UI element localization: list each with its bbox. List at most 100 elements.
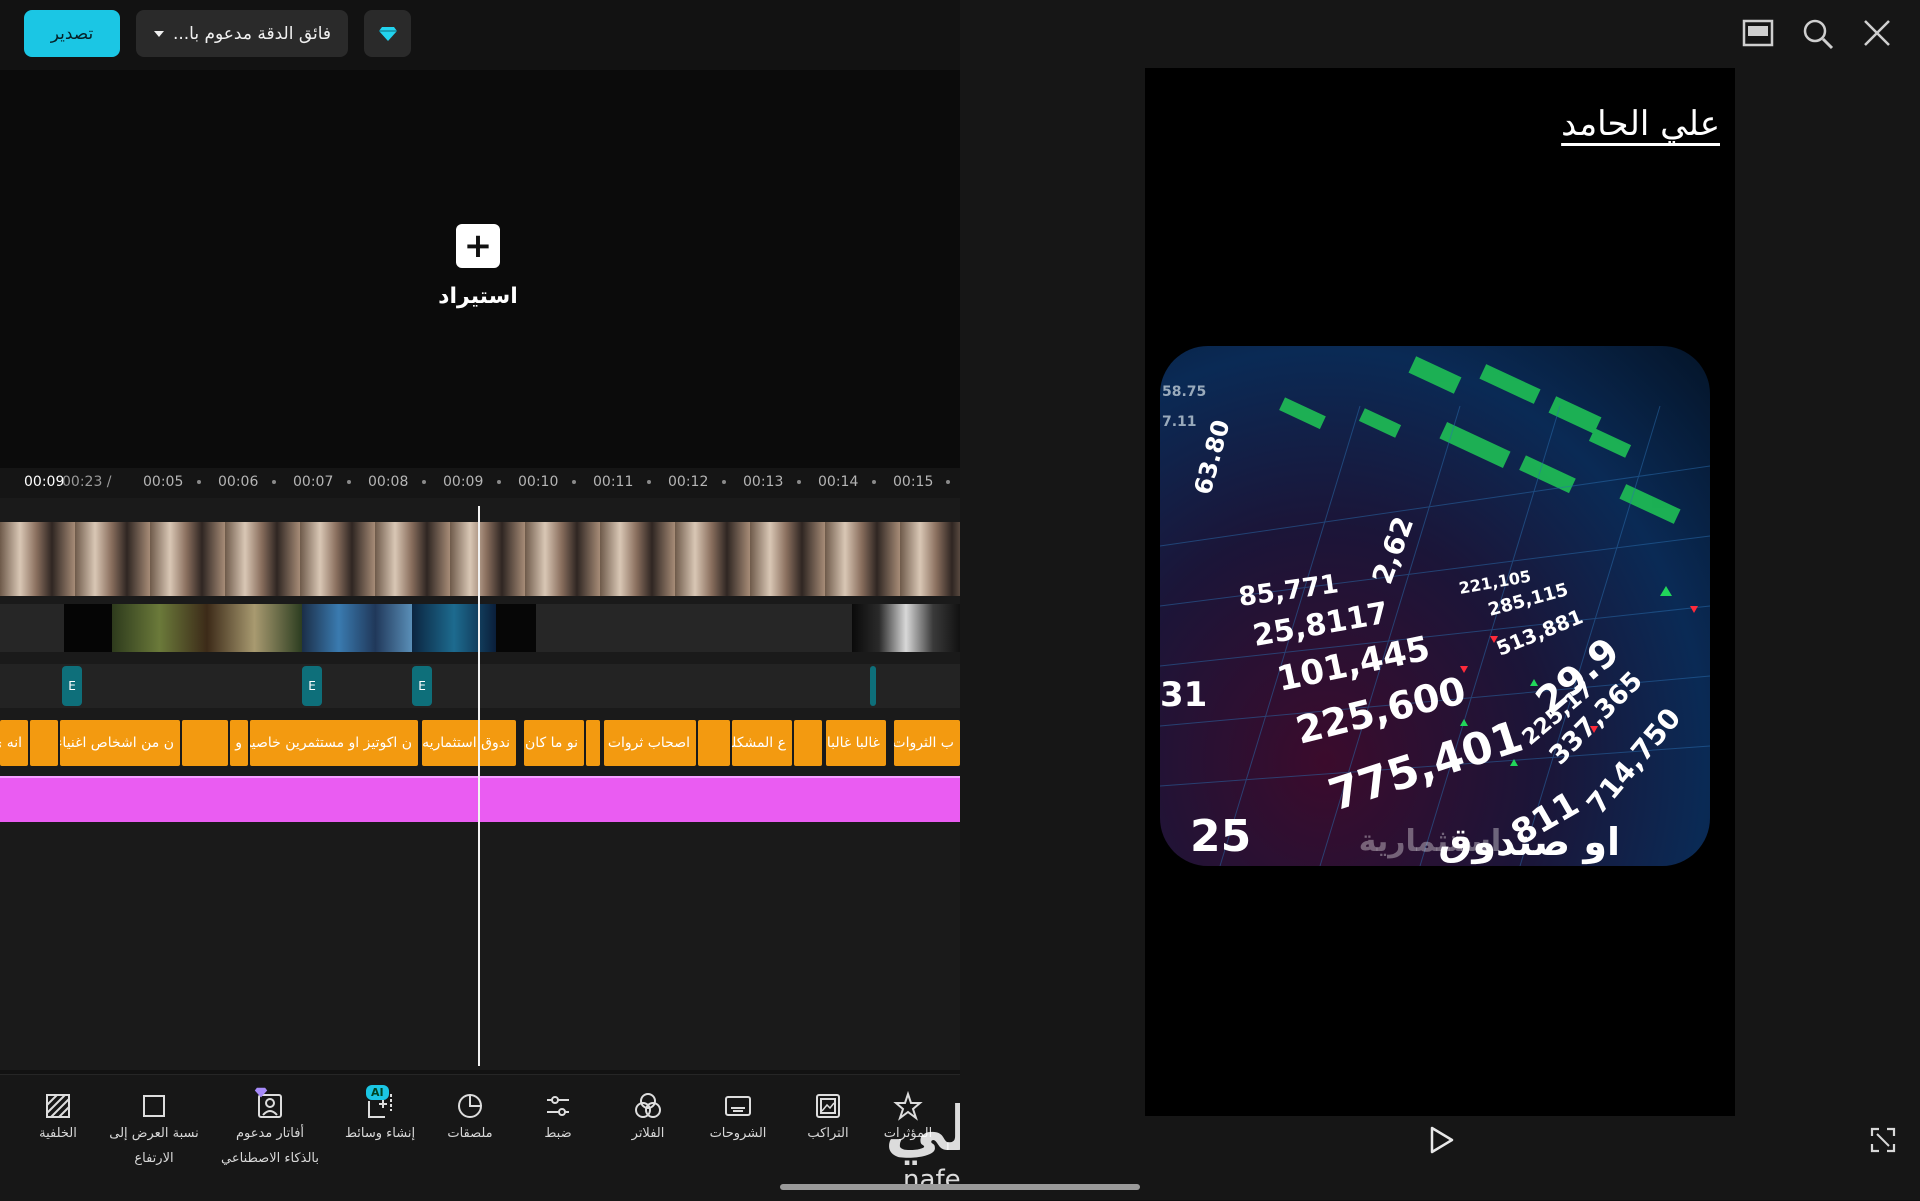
stock-ticker-graphic: 85,771 25,8117 101,445 225,600 775,401 8… [1160, 356, 1710, 866]
ruler-tick: 00:07 [293, 474, 334, 490]
total-time: 00:23 / [62, 474, 112, 490]
ruler-tick: 00:09 [443, 474, 484, 490]
subtitle-clip[interactable]: ندوق استثماريه [422, 720, 516, 766]
playhead[interactable] [478, 506, 480, 1066]
import-label: استيراد [438, 284, 518, 309]
stock-number: 2,62 [1366, 512, 1421, 588]
pro-button[interactable] [364, 10, 411, 57]
home-indicator[interactable] [780, 1184, 1140, 1190]
effects-track[interactable]: E E E [0, 664, 960, 708]
ruler-tick: 00:12 [668, 474, 709, 490]
current-time: 00:09 [24, 474, 65, 490]
timeline-ruler[interactable]: 00:09 00:23 / 00:05 00:06 00:07 00:08 00… [0, 468, 960, 498]
video-caption: او صندوق [1438, 820, 1620, 864]
ruler-tick: 00:15 [893, 474, 934, 490]
ai-badge: AI [366, 1085, 389, 1100]
ruler-tick: 00:14 [818, 474, 859, 490]
audio-track[interactable] [0, 776, 960, 822]
tool-label: أفاتار مدعوم بالذكاء الاصطناعي [221, 1126, 319, 1166]
tool-create-media[interactable]: AI إنشاء وسائط [330, 1085, 430, 1146]
effect-clip[interactable] [870, 666, 876, 706]
ruler-dot [347, 480, 351, 484]
overlay-clip[interactable] [852, 604, 960, 652]
effect-clip[interactable]: E [412, 666, 432, 706]
ruler-dot [797, 480, 801, 484]
adjust-icon [547, 1096, 569, 1116]
chevron-down-icon [153, 30, 164, 37]
captions-icon [725, 1096, 751, 1116]
play-icon[interactable] [1426, 1125, 1456, 1155]
tool-filters[interactable]: الفلاتر [598, 1091, 698, 1146]
subtitle-clip[interactable] [182, 720, 228, 766]
subtitle-clip[interactable]: نو ما كان [524, 720, 584, 766]
subtitle-clip[interactable] [30, 720, 58, 766]
overlay-clip[interactable] [412, 604, 496, 652]
ruler-dot [197, 480, 201, 484]
subtitle-clip[interactable] [698, 720, 730, 766]
overlay-video-track[interactable] [0, 604, 960, 652]
filters-icon [635, 1093, 661, 1118]
stock-market-image: 85,771 25,8117 101,445 225,600 775,401 8… [1160, 346, 1710, 866]
effect-clip[interactable]: E [302, 666, 322, 706]
stock-number: 58.75 [1162, 384, 1206, 400]
subtitle-clip[interactable]: ب الثروات [894, 720, 960, 766]
stock-number: 25 [1190, 811, 1251, 862]
ruler-tick: 00:10 [518, 474, 559, 490]
tool-label: الشروحات [709, 1126, 767, 1141]
subtitle-clip[interactable]: غالبا غالبا [826, 720, 886, 766]
tool-ai-avatar[interactable]: أفاتار مدعوم بالذكاء الاصطناعي [218, 1087, 322, 1171]
window-mode-icon[interactable] [1742, 18, 1774, 48]
sticker-icon [458, 1093, 483, 1118]
overlay-clip[interactable] [302, 604, 412, 652]
close-icon[interactable] [1862, 18, 1892, 48]
subtitle-clip[interactable]: اصحاب ثروات [604, 720, 696, 766]
subtitle-clip[interactable]: ن من اشخاص اغنياء [60, 720, 180, 766]
tool-label: نسبة العرض إلى الارتفاع [109, 1126, 199, 1166]
tool-label: الخلفية [39, 1126, 77, 1141]
search-icon[interactable] [1802, 18, 1834, 50]
tool-captions[interactable]: الشروحات [688, 1091, 788, 1146]
export-button[interactable]: تصدير [24, 10, 120, 57]
tool-label: التراكب [807, 1126, 849, 1141]
ruler-dot [272, 480, 276, 484]
ruler-tick: 00:05 [143, 474, 184, 490]
subtitle-clip[interactable]: انه ي [0, 720, 28, 766]
bottom-toolbar: الخلفية نسبة العرض إلى الارتفاع أفاتار م… [0, 1074, 960, 1201]
ruler-tick: 00:11 [593, 474, 634, 490]
top-bar: تصدير فائق الدقة مدعوم با... [0, 0, 960, 70]
ruler-dot [647, 480, 651, 484]
aspect-ratio-icon [143, 1095, 165, 1117]
tool-label: ضبط [544, 1126, 572, 1141]
resolution-dropdown[interactable]: فائق الدقة مدعوم با... [136, 10, 348, 57]
tool-aspect-ratio[interactable]: نسبة العرض إلى الارتفاع [104, 1091, 204, 1171]
main-video-track[interactable] [0, 522, 960, 596]
overlay-clip[interactable] [64, 604, 112, 652]
subtitle-track[interactable]: انه ي ن من اشخاص اغنياء و ن اكوتيز او مس… [0, 720, 960, 766]
plus-icon[interactable]: + [456, 224, 500, 268]
ruler-tick: 00:06 [218, 474, 259, 490]
tool-adjust[interactable]: ضبط [508, 1091, 608, 1146]
ruler-dot [497, 480, 501, 484]
tool-label: الفلاتر [631, 1126, 665, 1141]
resolution-label: فائق الدقة مدعوم با... [172, 23, 332, 44]
subtitle-clip[interactable] [794, 720, 822, 766]
ruler-dot [722, 480, 726, 484]
overlay-clip[interactable] [496, 604, 536, 652]
background-icon [46, 1094, 70, 1118]
tool-stickers[interactable]: ملصقات [420, 1091, 520, 1146]
fullscreen-icon[interactable] [1870, 1127, 1896, 1153]
diamond-icon [378, 26, 397, 41]
stock-number: 31 [1160, 675, 1207, 715]
overlay-clip[interactable] [112, 604, 302, 652]
ruler-dot [422, 480, 426, 484]
subtitle-clip[interactable]: و [230, 720, 248, 766]
subtitle-clip[interactable]: ن اكوتيز او مستثمرين خاصين [250, 720, 418, 766]
subtitle-clip[interactable]: ع المشكله [732, 720, 792, 766]
import-area[interactable] [0, 70, 960, 468]
ruler-dot [572, 480, 576, 484]
effect-clip[interactable]: E [62, 666, 82, 706]
stock-number: 7.11 [1162, 414, 1197, 430]
tool-background[interactable]: الخلفية [8, 1091, 108, 1146]
subtitle-clip[interactable] [586, 720, 600, 766]
ruler-tick: 00:08 [368, 474, 409, 490]
